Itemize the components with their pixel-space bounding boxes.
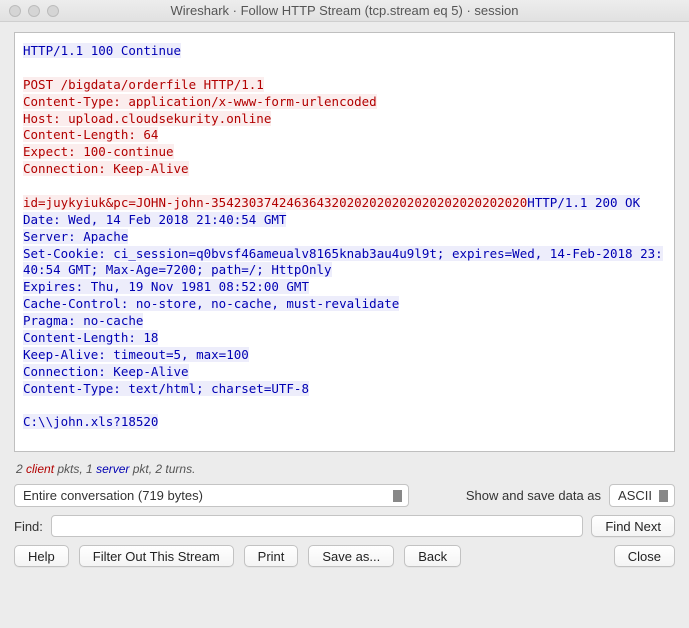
encoding-select-value: ASCII [618, 488, 652, 503]
updown-icon [656, 485, 670, 506]
stats-prefix: 2 [16, 462, 26, 476]
client-segment: POST /bigdata/orderfile HTTP/1.1 Content… [23, 77, 527, 210]
conversation-select-value: Entire conversation (719 bytes) [23, 488, 203, 503]
close-button[interactable]: Close [614, 545, 675, 567]
window-title: Wireshark · Follow HTTP Stream (tcp.stre… [0, 3, 689, 18]
filter-out-button[interactable]: Filter Out This Stream [79, 545, 234, 567]
titlebar: Wireshark · Follow HTTP Stream (tcp.stre… [0, 0, 689, 22]
find-label: Find: [14, 519, 43, 534]
find-row: Find: Find Next [14, 515, 675, 537]
stats-client-word: client [26, 462, 54, 476]
stats-mid: pkts, 1 [54, 462, 96, 476]
packet-stats: 2 client pkts, 1 server pkt, 2 turns. [14, 460, 675, 476]
updown-icon [390, 485, 404, 506]
encoding-select[interactable]: ASCII [609, 484, 675, 507]
conversation-select[interactable]: Entire conversation (719 bytes) [14, 484, 409, 507]
save-as-button[interactable]: Save as... [308, 545, 394, 567]
stats-server-word: server [96, 462, 129, 476]
bottom-button-row: Help Filter Out This Stream Print Save a… [14, 545, 675, 567]
close-window-icon[interactable] [9, 5, 21, 17]
zoom-window-icon[interactable] [47, 5, 59, 17]
find-input[interactable] [51, 515, 583, 537]
window-controls [0, 5, 59, 17]
find-next-button[interactable]: Find Next [591, 515, 675, 537]
stats-suffix: pkt, 2 turns. [129, 462, 195, 476]
stream-text[interactable]: HTTP/1.1 100 Continue POST /bigdata/orde… [14, 32, 675, 452]
minimize-window-icon[interactable] [28, 5, 40, 17]
server-segment: HTTP/1.1 100 Continue [23, 43, 181, 58]
help-button[interactable]: Help [14, 545, 69, 567]
window-body: HTTP/1.1 100 Continue POST /bigdata/orde… [0, 22, 689, 628]
server-segment: HTTP/1.1 200 OK Date: Wed, 14 Feb 2018 2… [23, 195, 663, 429]
back-button[interactable]: Back [404, 545, 461, 567]
print-button[interactable]: Print [244, 545, 299, 567]
show-save-label: Show and save data as [466, 488, 601, 503]
conversation-row: Entire conversation (719 bytes) Show and… [14, 484, 675, 507]
